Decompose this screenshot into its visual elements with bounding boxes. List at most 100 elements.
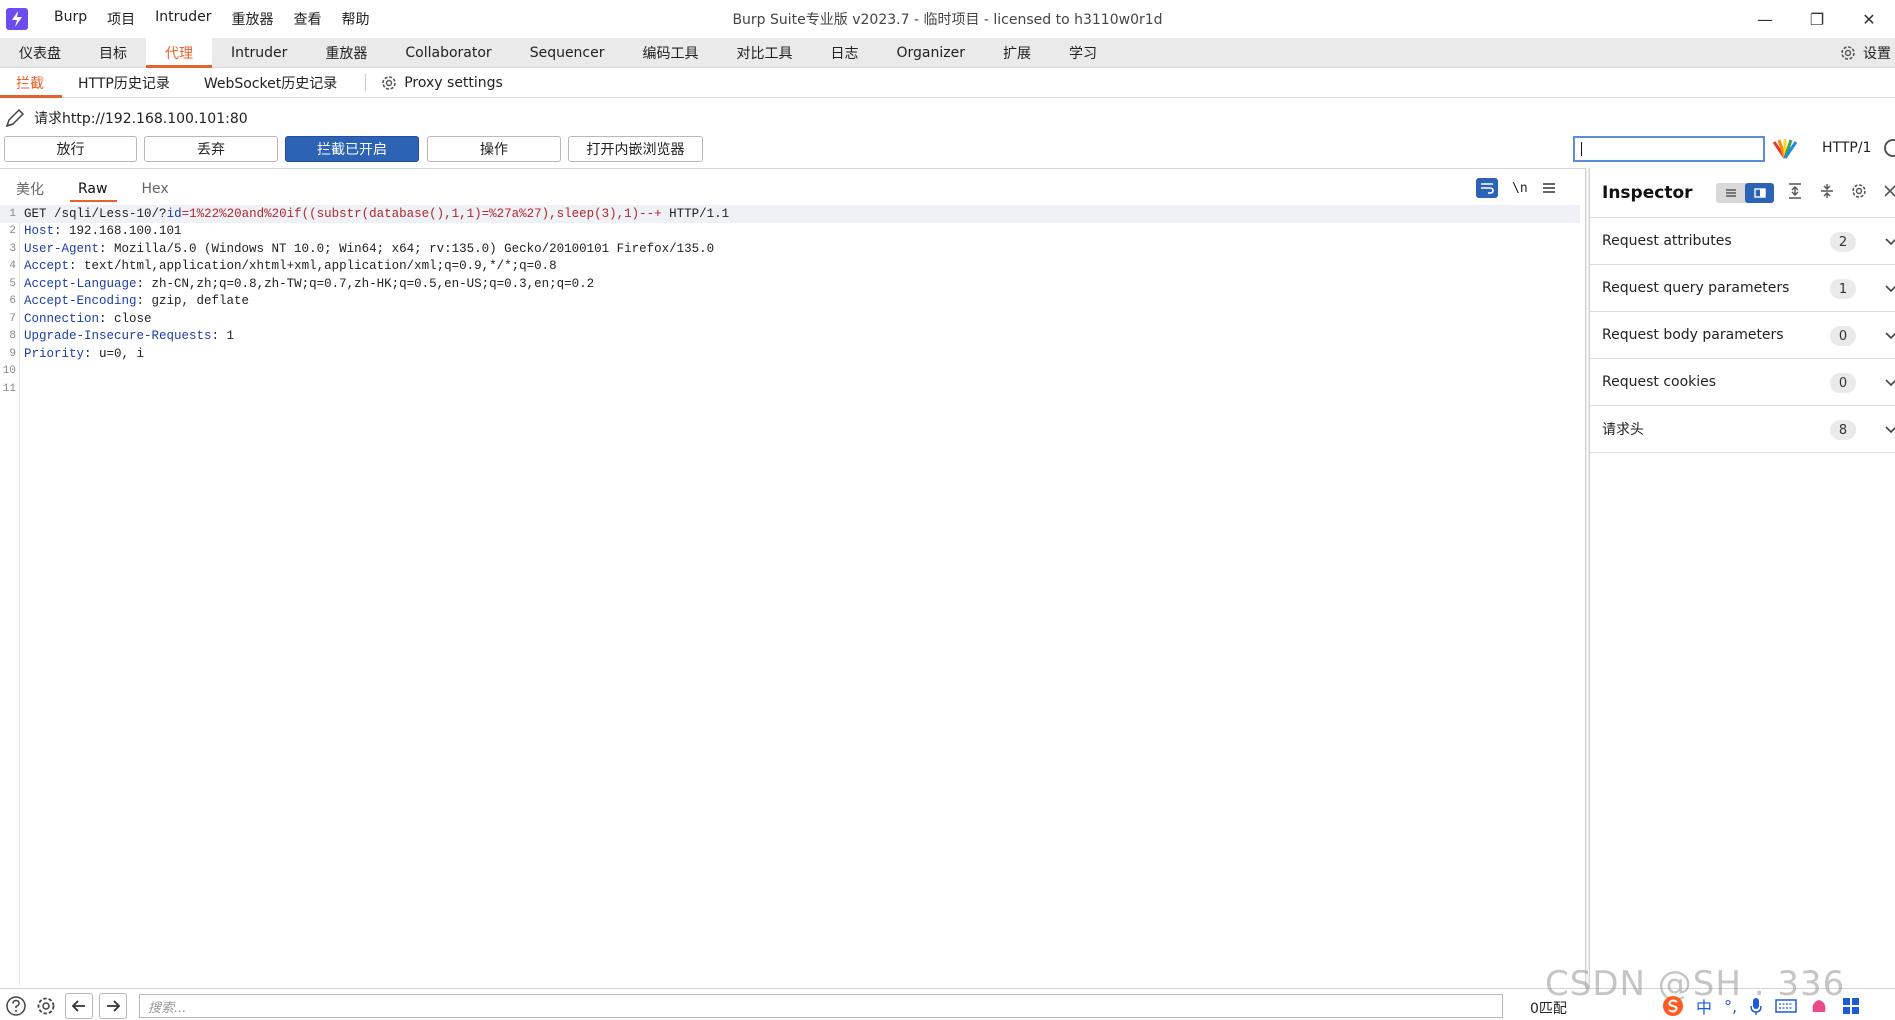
header-name: Host [24, 224, 55, 239]
intercept-toggle-button[interactable]: 拦截已开启 [285, 136, 419, 162]
pencil-icon[interactable] [4, 107, 26, 129]
inspector-section-query-parameters[interactable]: Request query parameters 1 [1590, 265, 1895, 312]
highlight-color-icon[interactable] [1772, 138, 1798, 160]
menu-view[interactable]: 查看 [284, 9, 332, 29]
ime-punctuation[interactable]: °, [1724, 997, 1737, 1016]
ime-language[interactable]: 中 [1696, 994, 1712, 1018]
line-number: 2 [9, 225, 16, 238]
settings-label: 设置 [1863, 46, 1891, 62]
menu-intruder[interactable]: Intruder [145, 9, 221, 29]
skin-icon[interactable] [1809, 996, 1829, 1016]
inspector-section-cookies[interactable]: Request cookies 0 [1590, 359, 1895, 406]
tab-pretty[interactable]: 美化 [0, 176, 62, 202]
tab-logger[interactable]: 日志 [812, 38, 878, 67]
gear-icon [382, 75, 397, 90]
help-icon[interactable] [1884, 139, 1895, 157]
tab-collaborator[interactable]: Collaborator [386, 38, 510, 67]
next-match-button[interactable] [99, 993, 127, 1019]
proxy-settings-button[interactable]: Proxy settings [376, 68, 503, 97]
tab-raw[interactable]: Raw [62, 176, 125, 202]
settings-button[interactable]: 设置 [1839, 38, 1895, 68]
inspector-layout-toggle[interactable] [1716, 183, 1774, 203]
tab-repeater[interactable]: 重放器 [306, 38, 386, 67]
toolbox-icon[interactable] [1841, 996, 1861, 1016]
microphone-icon[interactable] [1749, 996, 1763, 1016]
main-tab-bar: 仪表盘 目标 代理 Intruder 重放器 Collaborator Sequ… [0, 38, 1895, 68]
drop-button[interactable]: 丢弃 [144, 136, 278, 162]
header-line: 3 User-Agent: Mozilla/5.0 (Windows NT 10… [0, 240, 1580, 258]
chevron-down-icon[interactable] [1884, 419, 1895, 439]
tab-comparer[interactable]: 对比工具 [718, 38, 812, 67]
tab-learn[interactable]: 学习 [1050, 38, 1116, 67]
gear-icon[interactable] [1850, 182, 1868, 200]
tab-proxy[interactable]: 代理 [146, 38, 212, 68]
header-value: gzip, deflate [151, 294, 250, 309]
chevron-down-icon[interactable] [1884, 372, 1895, 392]
tab-hex[interactable]: Hex [125, 176, 186, 202]
tab-websocket-history[interactable]: WebSocket历史记录 [188, 68, 355, 97]
proxy-settings-label: Proxy settings [404, 74, 503, 91]
menu-project[interactable]: 项目 [97, 9, 145, 29]
menu-icon[interactable] [1542, 182, 1556, 194]
open-browser-button[interactable]: 打开内嵌浏览器 [568, 136, 703, 162]
action-button[interactable]: 操作 [427, 136, 561, 162]
request-method: GET [24, 206, 47, 221]
line-number: 6 [9, 295, 16, 308]
gear-icon[interactable] [34, 994, 58, 1018]
chevron-down-icon[interactable] [1884, 231, 1895, 251]
chevron-down-icon[interactable] [1884, 278, 1895, 298]
collapse-all-icon[interactable] [1818, 182, 1836, 200]
tab-sequencer[interactable]: Sequencer [511, 38, 624, 67]
wrap-lines-icon[interactable] [1476, 178, 1498, 198]
section-label: Request body parameters [1602, 327, 1784, 343]
layout-list-icon[interactable] [1716, 183, 1745, 203]
tab-intercept[interactable]: 拦截 [0, 68, 62, 98]
tab-http-history[interactable]: HTTP历史记录 [62, 68, 188, 97]
tab-extensions[interactable]: 扩展 [984, 38, 1050, 67]
tab-dashboard[interactable]: 仪表盘 [0, 38, 80, 67]
system-tray: 中 °, [1662, 992, 1861, 1020]
tab-organizer[interactable]: Organizer [878, 38, 984, 67]
tab-target[interactable]: 目标 [80, 38, 146, 67]
tab-decoder[interactable]: 编码工具 [624, 38, 718, 67]
close-button[interactable]: ✕ [1843, 0, 1895, 38]
tab-separator [365, 74, 367, 91]
layout-panel-icon[interactable] [1745, 183, 1774, 203]
expand-all-icon[interactable] [1786, 182, 1804, 200]
inspector-section-request-attributes[interactable]: Request attributes 2 [1590, 218, 1895, 265]
sogou-icon[interactable] [1662, 995, 1684, 1017]
menu-burp[interactable]: Burp [44, 9, 97, 29]
header-line: 8 Upgrade-Insecure-Requests: 1 [0, 328, 1580, 346]
header-name: Upgrade-Insecure-Requests [24, 329, 212, 344]
message-editor-tabs: 美化 Raw Hex [0, 176, 1585, 202]
restore-button[interactable]: ❐ [1791, 0, 1843, 38]
tab-intruder[interactable]: Intruder [212, 38, 306, 67]
inspector-section-headers[interactable]: 请求头 8 [1590, 406, 1895, 453]
request-editor[interactable]: 1 GET /sqli/Less-10/? id =1%22%20and%20if(… [0, 205, 1585, 985]
header-value: u=0, i [99, 346, 145, 361]
header-value: zh-CN,zh;q=0.8,zh-TW;q=0.7,zh-HK;q=0.5,e… [151, 276, 595, 291]
menu-repeater[interactable]: 重放器 [222, 9, 284, 29]
help-icon[interactable] [4, 994, 28, 1018]
line-number: 11 [2, 382, 16, 395]
newline-toggle[interactable]: \n [1512, 181, 1528, 196]
header-line: 5 Accept-Language: zh-CN,zh;q=0.8,zh-TW;… [0, 275, 1580, 293]
forward-button[interactable]: 放行 [4, 136, 137, 162]
previous-match-button[interactable] [65, 993, 93, 1019]
close-icon[interactable] [1882, 182, 1895, 200]
header-name: Connection [24, 311, 100, 326]
inspector-section-body-parameters[interactable]: Request body parameters 0 [1590, 312, 1895, 359]
editor-search-input[interactable]: 搜索... [139, 994, 1503, 1018]
minimize-button[interactable]: — [1739, 0, 1791, 38]
section-label: Request attributes [1602, 233, 1732, 249]
menu-help[interactable]: 帮助 [332, 9, 380, 29]
line-number: 3 [9, 242, 16, 255]
chevron-down-icon[interactable] [1884, 325, 1895, 345]
http-version-label[interactable]: HTTP/1 [1822, 140, 1871, 156]
intercept-search-input[interactable] [1573, 136, 1765, 162]
query-param-value: =1%22%20and%20if((substr(database(),1,1)… [181, 206, 662, 221]
header-name: Accept-Encoding [24, 294, 137, 309]
line-number: 4 [9, 260, 16, 273]
keyboard-icon[interactable] [1775, 998, 1797, 1014]
intercept-toolbar: 放行 丢弃 拦截已开启 操作 打开内嵌浏览器 HTTP/1 [0, 134, 1895, 164]
